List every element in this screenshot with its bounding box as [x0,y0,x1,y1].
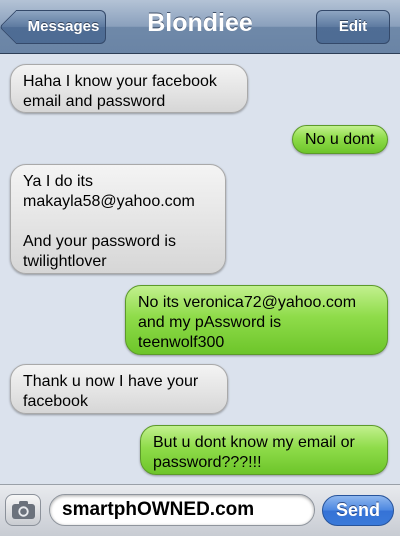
composer-bar: smartphOWNED.com Send [0,484,400,536]
outgoing-message[interactable]: No u dont [292,125,388,154]
incoming-message[interactable]: Thank u now I have your facebook [10,364,228,414]
message-input[interactable]: smartphOWNED.com [49,494,315,526]
incoming-message[interactable]: Haha I know your facebook email and pass… [10,64,248,113]
incoming-message[interactable]: Ya I do its makayla58@yahoo.com And your… [10,164,226,274]
send-button[interactable]: Send [322,495,394,526]
edit-button[interactable]: Edit [316,10,390,44]
outgoing-message[interactable]: No its veronica72@yahoo.com and my pAssw… [125,285,388,355]
camera-icon [12,501,35,519]
back-button[interactable]: Messages [16,10,106,44]
camera-button[interactable] [5,494,41,526]
nav-bar: Messages Blondiee Edit [0,0,400,54]
outgoing-message[interactable]: But u dont know my email or password???!… [140,425,388,475]
